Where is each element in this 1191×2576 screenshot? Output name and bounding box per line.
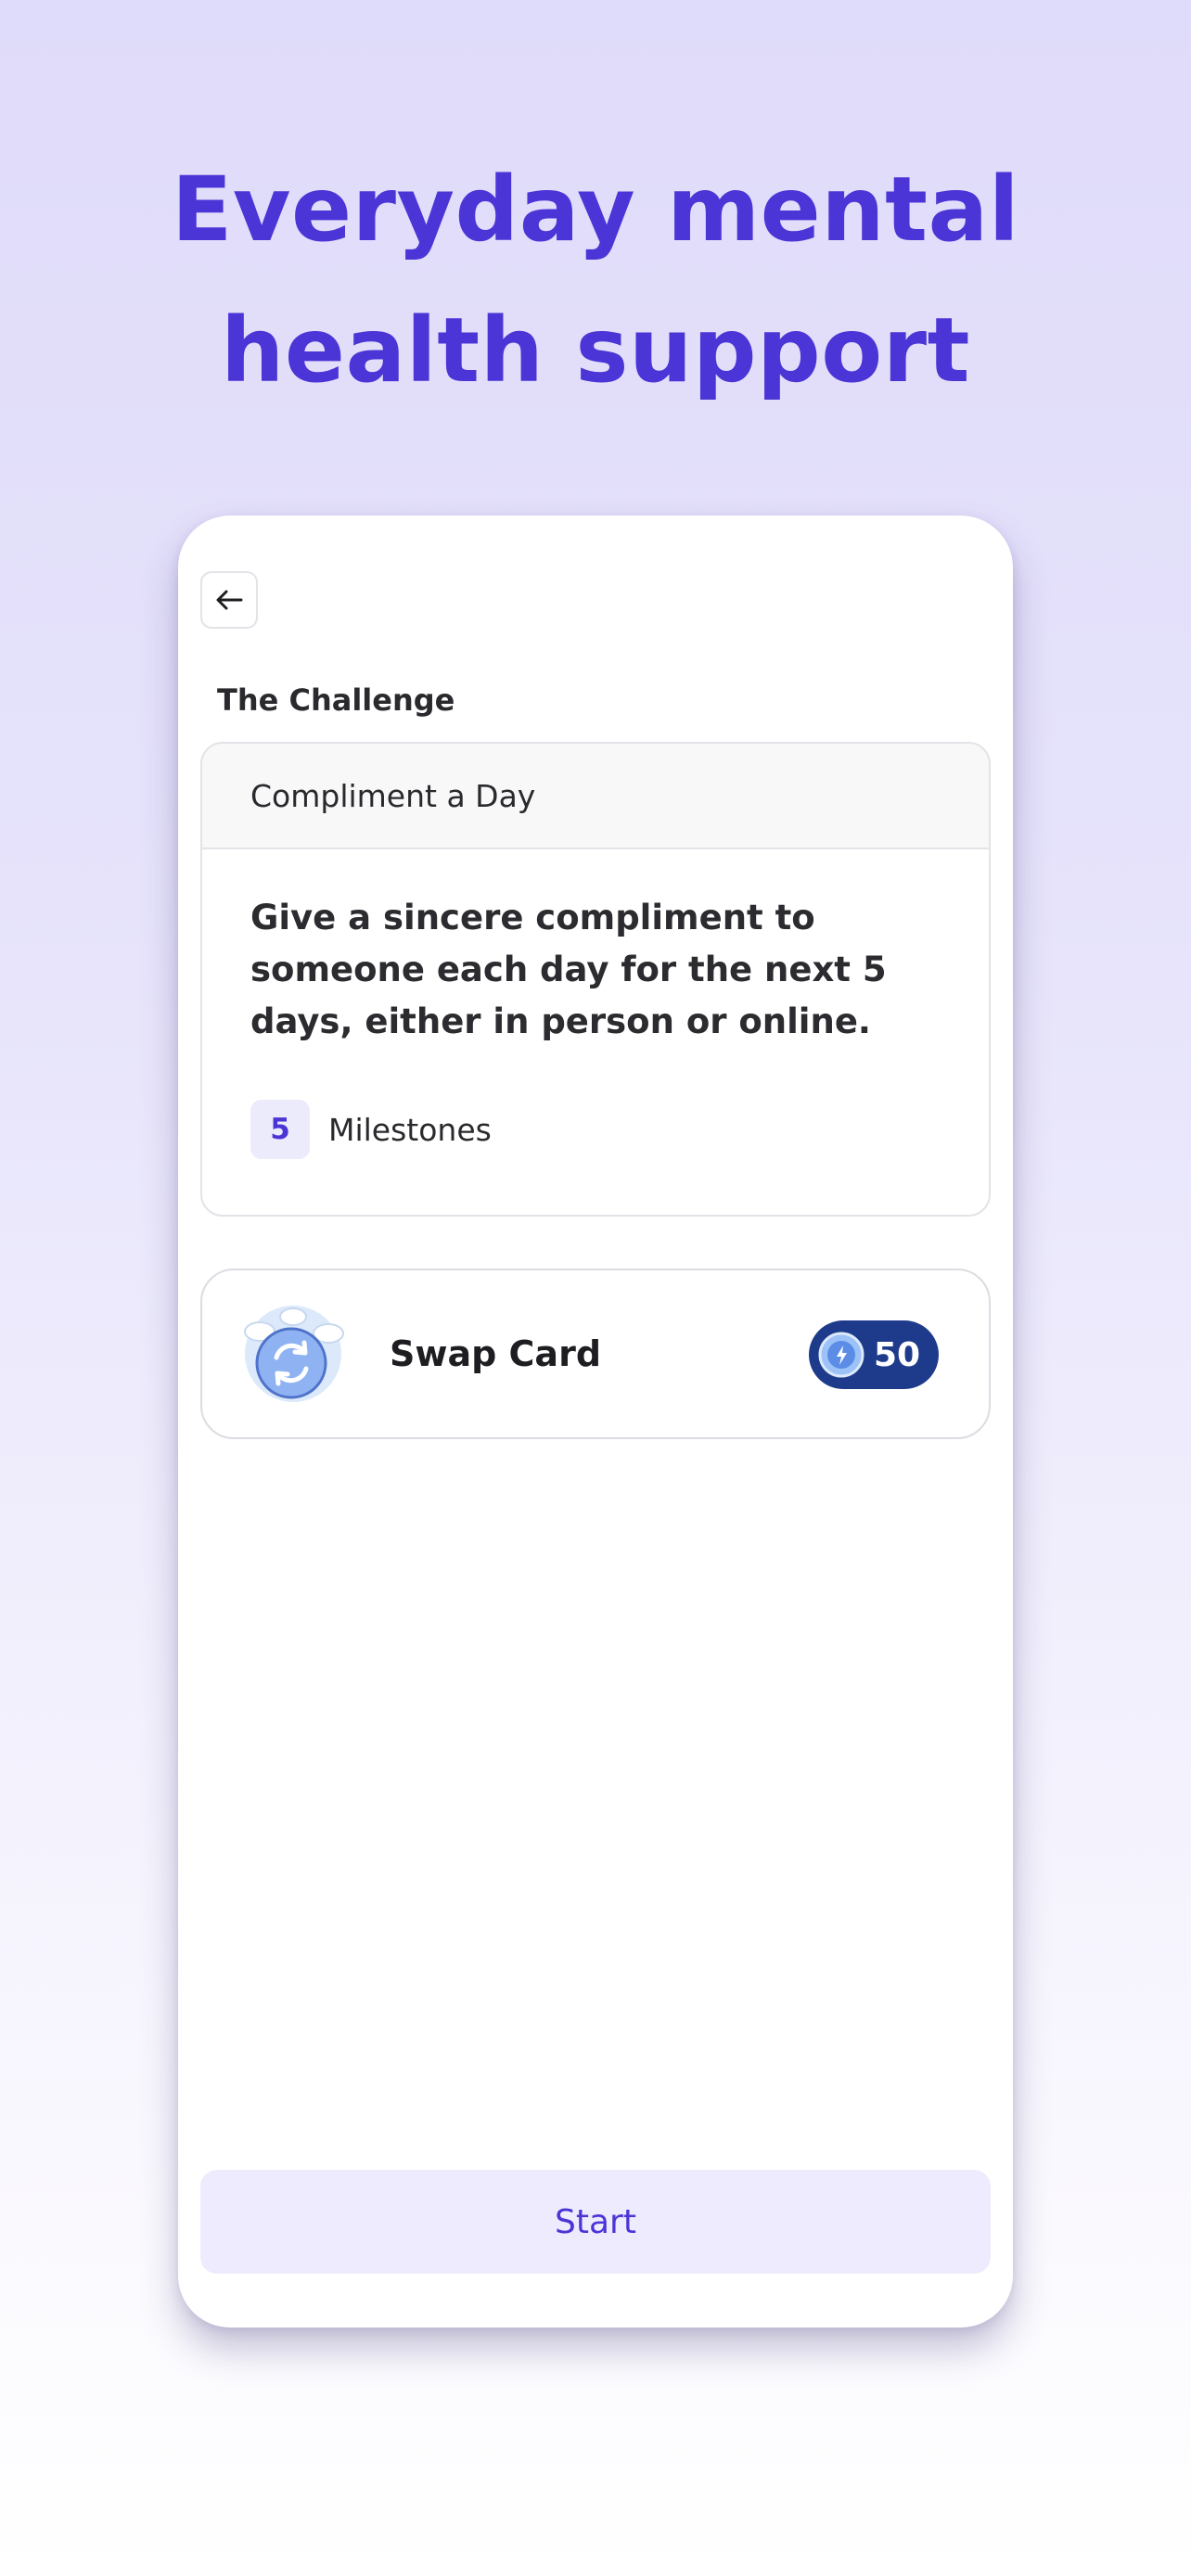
- challenge-description: Give a sincere compliment to someone eac…: [250, 898, 887, 1041]
- swap-card-option[interactable]: Swap Card 50: [200, 1269, 991, 1439]
- headline: Everyday mental health support: [0, 139, 1191, 421]
- milestones-row: 5 Milestones: [250, 1100, 492, 1159]
- challenge-card: Compliment a Day Give a sincere complime…: [200, 742, 991, 1217]
- cost-badge: 50: [809, 1320, 939, 1389]
- challenge-title: Compliment a Day: [202, 744, 989, 849]
- headline-line-2: health support: [221, 299, 970, 402]
- milestone-count-badge: 5: [250, 1100, 310, 1159]
- phone-screen: The Challenge Compliment a Day Give a si…: [178, 516, 1013, 2327]
- back-button[interactable]: [200, 571, 258, 629]
- coin-icon: [818, 1332, 864, 1378]
- milestone-label: Milestones: [328, 1111, 492, 1148]
- swap-card-label: Swap Card: [390, 1333, 602, 1374]
- headline-line-1: Everyday mental: [171, 158, 1020, 261]
- section-title: The Challenge: [217, 682, 455, 718]
- arrow-left-icon: [216, 590, 243, 610]
- start-button[interactable]: Start: [200, 2170, 991, 2274]
- swap-card-icon: [244, 1306, 344, 1402]
- cost-value: 50: [874, 1335, 921, 1374]
